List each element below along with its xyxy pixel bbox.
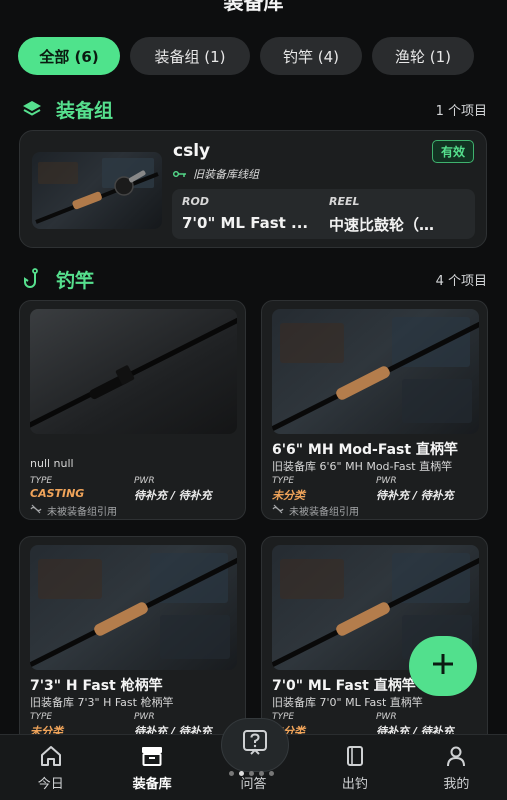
unlinked-row: 未被装备组引用 [30, 503, 117, 518]
filter-chip-reel[interactable]: 渔轮 (1) [372, 37, 474, 75]
plus-icon [431, 652, 455, 680]
type-label: TYPE [272, 476, 295, 486]
unlink-icon [30, 504, 42, 517]
home-icon [38, 743, 64, 769]
nav-label-trip: 出钓 [341, 777, 368, 792]
pwr-value: 待补充 / 待补充 [134, 489, 212, 502]
type-label: TYPE [30, 476, 53, 486]
link-icon [173, 168, 187, 181]
rod-subtitle: null null [30, 457, 74, 470]
fishing-hook-icon [20, 267, 44, 291]
gear-set-subtitle: 旧装备库线组 [193, 168, 259, 181]
page-dot [259, 771, 264, 776]
gear-section-header: 装备组 1 个项目 [20, 96, 487, 122]
help-icon [242, 729, 268, 761]
rod-subtitle: 旧装备库 7'0" ML Fast 直柄竿 [272, 696, 423, 709]
rod-image [272, 309, 479, 434]
nav-label-me: 我的 [443, 777, 470, 792]
qa-button[interactable] [221, 718, 289, 772]
gear-set-subtitle-row: 旧装备库线组 [173, 166, 259, 182]
page-dot [249, 771, 254, 776]
type-label: TYPE [272, 712, 295, 722]
rod-section-count: 4 个项目 [435, 273, 487, 289]
nav-label-today: 今日 [37, 777, 64, 792]
nav-item-me[interactable]: 我的 [406, 735, 507, 800]
pwr-label: PWR [376, 712, 397, 722]
rod-image [30, 309, 237, 434]
filter-chip-rod[interactable]: 钓竿 (4) [260, 37, 362, 75]
unlink-icon [272, 504, 284, 517]
rod-section-title: 钓竿 [56, 269, 95, 292]
unlinked-text: 未被装备组引用 [289, 507, 359, 518]
filter-chip-all[interactable]: 全部 (6) [18, 37, 120, 75]
book-icon [342, 743, 368, 769]
rod-card[interactable]: null null TYPE CASTING PWR 待补充 / 待补充 未被装… [19, 300, 246, 520]
page-dot [269, 771, 274, 776]
rod-title: 7'3" H Fast 枪柄竿 [30, 678, 163, 694]
gear-set-thumbnail [32, 152, 162, 229]
rod-card[interactable]: 6'6" MH Mod-Fast 直柄竿 旧装备库 6'6" MH Mod-Fa… [261, 300, 488, 520]
rod-subtitle: 旧装备库 6'6" MH Mod-Fast 直柄竿 [272, 460, 453, 473]
rod-title: 7'0" ML Fast 直柄竿 [272, 678, 416, 694]
reel-label: REEL [329, 195, 360, 208]
pwr-value: 待补充 / 待补充 [376, 489, 454, 502]
layers-icon [20, 97, 44, 121]
gear-set-components: ROD 7'0" ML Fast ... REEL 中速比鼓轮（… [172, 189, 475, 239]
status-badge: 有效 [431, 140, 474, 163]
gear-set-card[interactable]: csly 旧装备库线组 有效 ROD 7'0" ML Fast ... REEL… [19, 130, 487, 248]
rod-subtitle: 旧装备库 7'3" H Fast 枪柄竿 [30, 696, 174, 709]
user-icon [443, 743, 469, 769]
gear-set-name: csly [173, 141, 211, 161]
filter-chip-gear-set[interactable]: 装备组 (1) [130, 37, 250, 75]
filter-chips: 全部 (6) 装备组 (1) 钓竿 (4) 渔轮 (1) [18, 37, 489, 75]
nav-label-gear: 装备库 [132, 777, 172, 792]
rod-image [30, 545, 237, 670]
rod-title: 6'6" MH Mod-Fast 直柄竿 [272, 442, 458, 458]
nav-item-today[interactable]: 今日 [0, 735, 101, 800]
pwr-label: PWR [376, 476, 397, 486]
type-value: CASTING [30, 487, 85, 500]
unlinked-row: 未被装备组引用 [272, 503, 359, 518]
page-indicator [229, 771, 274, 776]
rod-label: ROD [182, 195, 209, 208]
gear-section-count: 1 个项目 [435, 103, 487, 119]
unlinked-text: 未被装备组引用 [47, 507, 117, 518]
type-value: 未分类 [272, 489, 305, 502]
pwr-label: PWR [134, 476, 155, 486]
pwr-label: PWR [134, 712, 155, 722]
rod-card[interactable]: 7'3" H Fast 枪柄竿 旧装备库 7'3" H Fast 枪柄竿 TYP… [19, 536, 246, 746]
page-title: 装备库 [223, 0, 284, 14]
nav-item-trip[interactable]: 出钓 [304, 735, 405, 800]
reel-value: 中速比鼓轮（… [329, 216, 435, 234]
type-label: TYPE [30, 712, 53, 722]
page-dot [239, 771, 244, 776]
archive-icon [139, 743, 165, 769]
nav-item-gear[interactable]: 装备库 [101, 735, 202, 800]
add-button[interactable] [409, 636, 477, 696]
gear-section-title: 装备组 [56, 99, 114, 122]
rod-value: 7'0" ML Fast ... [182, 214, 309, 232]
page-dot [229, 771, 234, 776]
rod-section-header: 钓竿 4 个项目 [20, 266, 487, 292]
